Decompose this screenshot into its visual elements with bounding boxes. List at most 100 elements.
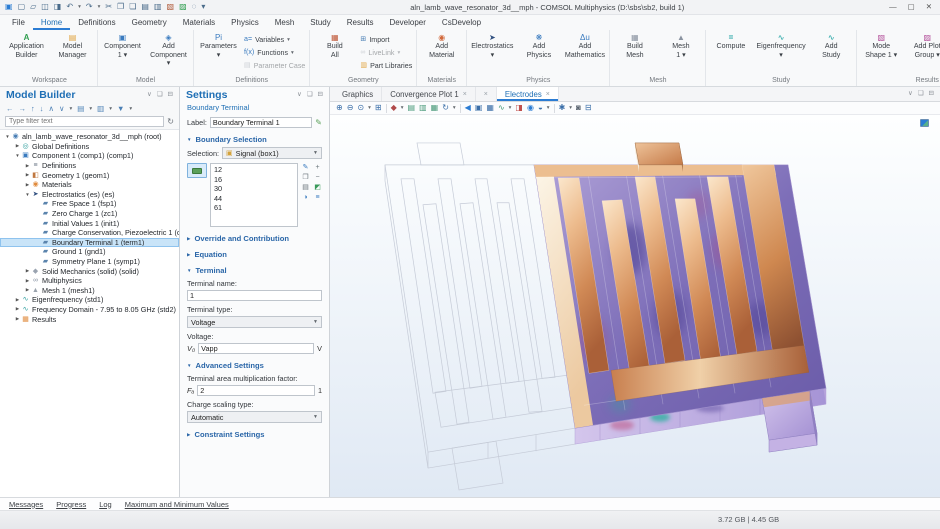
filter-input[interactable] xyxy=(5,116,164,127)
panel-float-icon[interactable]: ❏ xyxy=(918,91,924,98)
menu-geometry[interactable]: Geometry xyxy=(124,15,175,30)
tree-item-materials[interactable]: ▶◉Materials xyxy=(0,180,179,190)
section-boundary-selection[interactable]: ▼ Boundary Selection xyxy=(180,130,329,146)
color-legend-icon[interactable]: ◨ xyxy=(515,104,523,112)
selection-entity[interactable]: 12 xyxy=(214,165,294,175)
tree-item-eigenfrequency[interactable]: ▶∿Eigenfrequency (std1) xyxy=(0,295,179,305)
ribbon-button-add-plot-group[interactable]: ▨Add Plot Group ▾ xyxy=(905,31,940,77)
update-solution-icon[interactable]: ▧ xyxy=(167,3,175,11)
ribbon-button-parameters[interactable]: PiParameters ▾ xyxy=(196,31,241,77)
forward-icon[interactable]: → xyxy=(19,105,27,113)
edit-selection-icon[interactable]: ✎ xyxy=(301,164,310,171)
collapse-arrow-icon[interactable]: ▼ xyxy=(4,134,11,139)
close-tab-icon[interactable]: × xyxy=(484,91,488,98)
new-file-icon[interactable]: ▢ xyxy=(18,3,26,11)
ribbon-button-add-mathematics[interactable]: ΔuAdd Mathematics xyxy=(562,31,607,77)
menu-physics[interactable]: Physics xyxy=(223,15,267,30)
menu-developer[interactable]: Developer xyxy=(381,15,433,30)
graphics-canvas[interactable] xyxy=(330,115,940,497)
menu-mesh[interactable]: Mesh xyxy=(267,15,303,30)
expand-arrow-icon[interactable]: ▶ xyxy=(24,268,31,274)
print-preview-icon[interactable]: ◨ xyxy=(54,3,62,11)
view-zx-plane-icon[interactable]: ▦ xyxy=(431,104,439,112)
tab-graphics[interactable]: Graphics xyxy=(334,87,382,101)
section-terminal[interactable]: ▼ Terminal xyxy=(180,261,329,277)
selection-mode-icon[interactable]: ◒ xyxy=(538,104,543,112)
tab-electrodes[interactable]: Electrodes× xyxy=(497,87,559,101)
menu-file[interactable]: File xyxy=(4,15,33,30)
charge-scaling-dropdown[interactable]: Automatic ▼ xyxy=(187,411,322,423)
expand-arrow-icon[interactable]: ▶ xyxy=(24,163,31,169)
plot-properties-icon[interactable] xyxy=(920,119,929,127)
comsol-logo[interactable]: ▣ xyxy=(5,3,13,11)
show-filter-icon[interactable]: ▼ xyxy=(117,105,124,113)
save-icon[interactable]: ◫ xyxy=(41,3,49,11)
clipboard-icon[interactable]: ▥ xyxy=(154,3,162,11)
ribbon-button-application-builder[interactable]: AApplication Builder xyxy=(4,31,49,77)
panel-close-icon[interactable]: ⊟ xyxy=(318,92,323,99)
view-yz-plane-icon[interactable]: ▥ xyxy=(419,104,427,112)
close-button[interactable]: ✕ xyxy=(926,3,932,11)
back-icon[interactable]: ← xyxy=(6,105,14,113)
selection-entity[interactable]: 44 xyxy=(214,194,294,204)
zoom-box-icon[interactable]: ⊙ xyxy=(357,104,364,112)
duplicate-icon[interactable]: ❏ xyxy=(129,3,136,11)
undo-icon[interactable]: ↶ xyxy=(66,3,73,11)
tree-item-electrostatics[interactable]: ▼➤Electrostatics (es) (es) xyxy=(0,190,179,200)
tree-item-mesh-1[interactable]: ▶▲Mesh 1 (mesh1) xyxy=(0,286,179,296)
tab-convergence-plot-1[interactable]: Convergence Plot 1× xyxy=(382,87,476,101)
ribbon-button-import[interactable]: ⊞Import xyxy=(360,34,412,45)
ribbon-button-component-1[interactable]: ▣Component 1 ▾ xyxy=(100,31,145,77)
collapse-all-icon[interactable]: ∧ xyxy=(49,105,55,113)
tree-item-multiphysics[interactable]: ▶∞Multiphysics xyxy=(0,276,179,286)
terminal-type-dropdown[interactable]: Voltage ▼ xyxy=(187,316,322,328)
close-tab-icon[interactable]: × xyxy=(546,91,550,98)
copy-icon[interactable]: ❐ xyxy=(117,3,124,11)
selection-entity[interactable]: 61 xyxy=(214,203,294,213)
menu-csdevelop[interactable]: CsDevelop xyxy=(434,15,489,30)
zoom-out-icon[interactable]: ⊖ xyxy=(347,104,354,112)
ribbon-button-eigenfrequency[interactable]: ∿Eigenfrequency ▾ xyxy=(754,31,807,77)
tree-item-symmetry-plane-1[interactable]: ▰Symmetry Plane 1 (symp1) xyxy=(0,257,179,267)
lock-axes-icon[interactable]: ◉ xyxy=(527,104,534,112)
menu-study[interactable]: Study xyxy=(302,15,338,30)
tree-item-component-1[interactable]: ▼▣Component 1 (comp1) (comp1) xyxy=(0,151,179,161)
section-constraint-settings[interactable]: ▶ Constraint Settings xyxy=(180,425,329,441)
selection-list-icon[interactable]: ≡ xyxy=(313,194,322,201)
expand-arrow-icon[interactable]: ▶ xyxy=(24,182,31,188)
clear-solution-icon[interactable]: ▨ xyxy=(179,3,187,11)
panel-float-icon[interactable]: ❏ xyxy=(157,92,163,99)
collapse-arrow-icon[interactable]: ▼ xyxy=(14,153,21,158)
ribbon-button-add-material[interactable]: ◉Add Material xyxy=(419,31,464,77)
copy-selection-icon[interactable]: ❐ xyxy=(301,174,310,181)
panel-menu-icon[interactable]: ∨ xyxy=(297,92,302,99)
collapse-arrow-icon[interactable]: ▼ xyxy=(24,192,31,197)
remove-selection-icon[interactable]: − xyxy=(313,174,322,181)
panel-menu-icon[interactable]: ∨ xyxy=(147,92,152,99)
tree-item-free-space-1[interactable]: ▰Free Space 1 (fsp1) xyxy=(0,199,179,209)
ribbon-button-compute[interactable]: =Compute xyxy=(708,31,753,77)
print-icon[interactable]: ⊟ xyxy=(585,104,592,112)
menu-results[interactable]: Results xyxy=(339,15,382,30)
ribbon-button-mode-shape-1[interactable]: ▧Mode Shape 1 ▾ xyxy=(859,31,904,77)
voltage-input[interactable] xyxy=(198,343,314,354)
tree-item-frequency-domain-7-95-to-8-05-ghz[interactable]: ▶∿Frequency Domain - 7.95 to 8.05 GHz (s… xyxy=(0,305,179,315)
zoom-in-icon[interactable]: ⊕ xyxy=(336,104,343,112)
section-override[interactable]: ▶ Override and Contribution xyxy=(180,229,329,245)
panel-close-icon[interactable]: ⊟ xyxy=(168,92,173,99)
ribbon-button-add-study[interactable]: ∿Add Study xyxy=(809,31,854,77)
selection-list[interactable]: 1216304461 xyxy=(210,163,298,227)
plot-settings-icon[interactable]: ∿ xyxy=(498,104,505,112)
tree-item-ground-1[interactable]: ▰Ground 1 (gnd1) xyxy=(0,247,179,257)
section-equation[interactable]: ▶ Equation xyxy=(180,245,329,261)
zoom-extents-icon[interactable]: ⊞ xyxy=(375,104,382,112)
minimize-button[interactable]: — xyxy=(889,3,897,11)
rename-icon[interactable]: ✎ xyxy=(315,119,322,127)
area-factor-input[interactable] xyxy=(197,385,315,396)
ribbon-button-build-all[interactable]: ▦Build All xyxy=(312,31,357,77)
redo-icon[interactable]: ↷ xyxy=(86,3,93,11)
menu-definitions[interactable]: Definitions xyxy=(70,15,123,30)
scene-settings-icon[interactable]: ✱ xyxy=(559,104,566,112)
transparency-icon[interactable]: ◀ xyxy=(465,104,471,112)
ribbon-button-part-libraries[interactable]: ▥Part Libraries xyxy=(360,60,412,71)
